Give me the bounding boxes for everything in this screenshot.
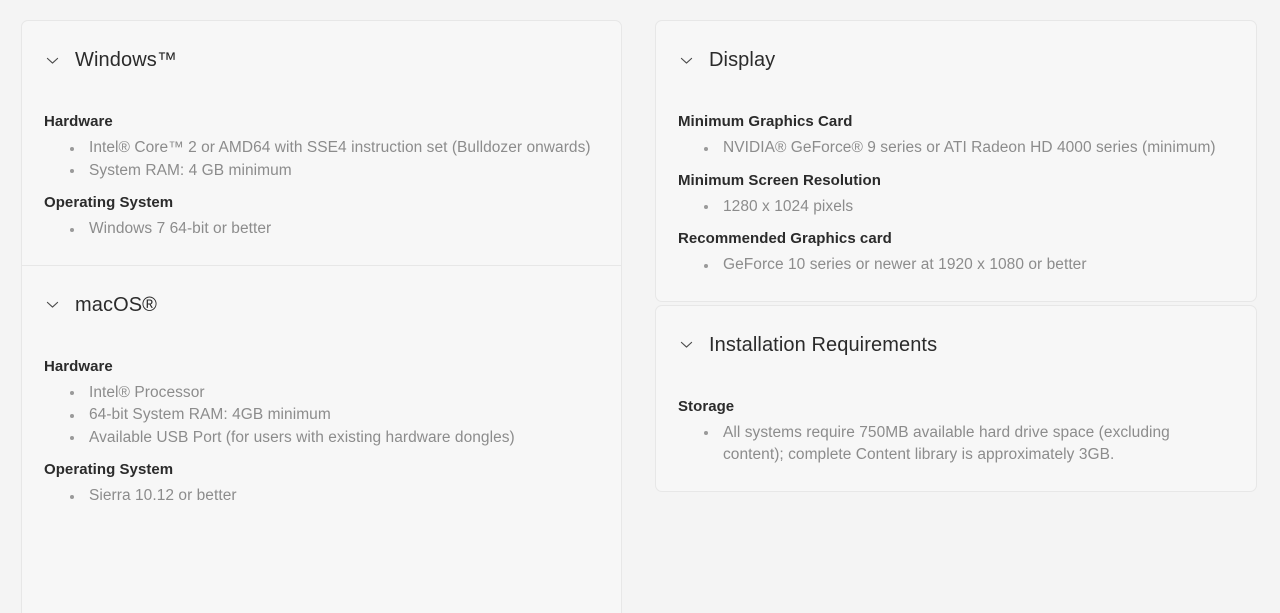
section-display: Display Minimum Graphics Card NVIDIA® GeFo… — [656, 21, 1256, 301]
group-heading: Operating System — [44, 194, 174, 211]
section-body-windows: Hardware Intel® Core™ 2 or AMD64 with SSE… — [22, 73, 621, 257]
group-heading: Hardware — [44, 113, 113, 130]
requirement-item: System RAM: 4 GB minimum — [66, 160, 599, 183]
requirement-item: Intel® Processor — [66, 382, 599, 405]
section-header-macos[interactable]: macOS® — [22, 266, 621, 318]
chevron-down-icon[interactable] — [44, 52, 61, 69]
section-header-windows[interactable]: Windows™ — [22, 21, 621, 73]
section-title: Installation Requirements — [709, 333, 938, 356]
requirement-list: 1280 x 1024 pixels — [678, 196, 1234, 219]
requirement-list: Intel® Processor 64-bit System RAM: 4GB m… — [44, 382, 599, 450]
requirement-item: 64-bit System RAM: 4GB minimum — [66, 404, 599, 427]
requirement-item: All systems require 750MB available hard… — [700, 422, 1234, 467]
group-heading: Hardware — [44, 357, 113, 375]
requirement-list: Windows 7 64-bit or better — [44, 218, 599, 241]
chevron-down-icon[interactable] — [44, 296, 61, 313]
section-installation-requirements: Installation Requirements Storage All syst… — [656, 306, 1256, 491]
section-title: Windows™ — [75, 49, 177, 71]
requirement-item: Intel® Core™ 2 or AMD64 with SSE4 instru… — [66, 137, 599, 160]
requirement-list: All systems require 750MB available hard… — [678, 422, 1234, 467]
chevron-down-icon[interactable] — [678, 52, 695, 69]
right-column: Display Minimum Graphics Card NVIDIA® GeFo… — [655, 20, 1257, 492]
requirement-list: NVIDIA® GeForce® 9 series or ATI Radeon … — [678, 137, 1234, 160]
requirement-item: Available USB Port (for users with exist… — [66, 427, 599, 450]
requirement-item: GeForce 10 series or newer at 1920 x 108… — [700, 254, 1234, 277]
group-heading: Minimum Screen Resolution — [678, 171, 881, 189]
display-requirements-card: Display Minimum Graphics Card NVIDIA® GeFo… — [655, 20, 1257, 302]
requirement-list: Sierra 10.12 or better — [44, 485, 599, 508]
requirement-item: Sierra 10.12 or better — [66, 485, 599, 508]
group-heading: Minimum Graphics Card — [678, 113, 853, 130]
os-requirements-card: Windows™ Hardware Intel® Core™ 2 or AMD64 … — [21, 20, 622, 613]
requirement-item: 1280 x 1024 pixels — [700, 196, 1234, 219]
requirement-list: Intel® Core™ 2 or AMD64 with SSE4 instru… — [44, 137, 599, 182]
left-column: Windows™ Hardware Intel® Core™ 2 or AMD64 … — [21, 20, 622, 613]
section-header-installation-requirements[interactable]: Installation Requirements — [656, 306, 1256, 358]
chevron-down-icon[interactable] — [678, 336, 695, 353]
group-heading: Storage — [678, 397, 735, 415]
requirement-list: GeForce 10 series or newer at 1920 x 108… — [678, 254, 1234, 277]
system-requirements-page: Windows™ Hardware Intel® Core™ 2 or AMD64 … — [0, 0, 1280, 613]
section-body-macos: Hardware Intel® Processor 64-bit System RA… — [22, 318, 621, 524]
section-body-installation-requirements: Storage All systems require 750MB availab… — [656, 358, 1256, 483]
group-heading: Recommended Graphics card — [678, 230, 892, 247]
section-windows: Windows™ Hardware Intel® Core™ 2 or AMD64 … — [22, 21, 621, 265]
requirement-item: NVIDIA® GeForce® 9 series or ATI Radeon … — [700, 137, 1234, 160]
group-heading: Operating System — [44, 461, 174, 478]
requirement-item: Windows 7 64-bit or better — [66, 218, 599, 241]
section-body-display: Minimum Graphics Card NVIDIA® GeForce® 9 … — [656, 73, 1256, 293]
section-title: Display — [709, 49, 776, 71]
section-macos: macOS® Hardware Intel® Processor 64-bit Sys… — [22, 264, 621, 532]
section-title: macOS® — [75, 293, 158, 316]
installation-requirements-card: Installation Requirements Storage All syst… — [655, 304, 1257, 492]
section-header-display[interactable]: Display — [656, 21, 1256, 73]
